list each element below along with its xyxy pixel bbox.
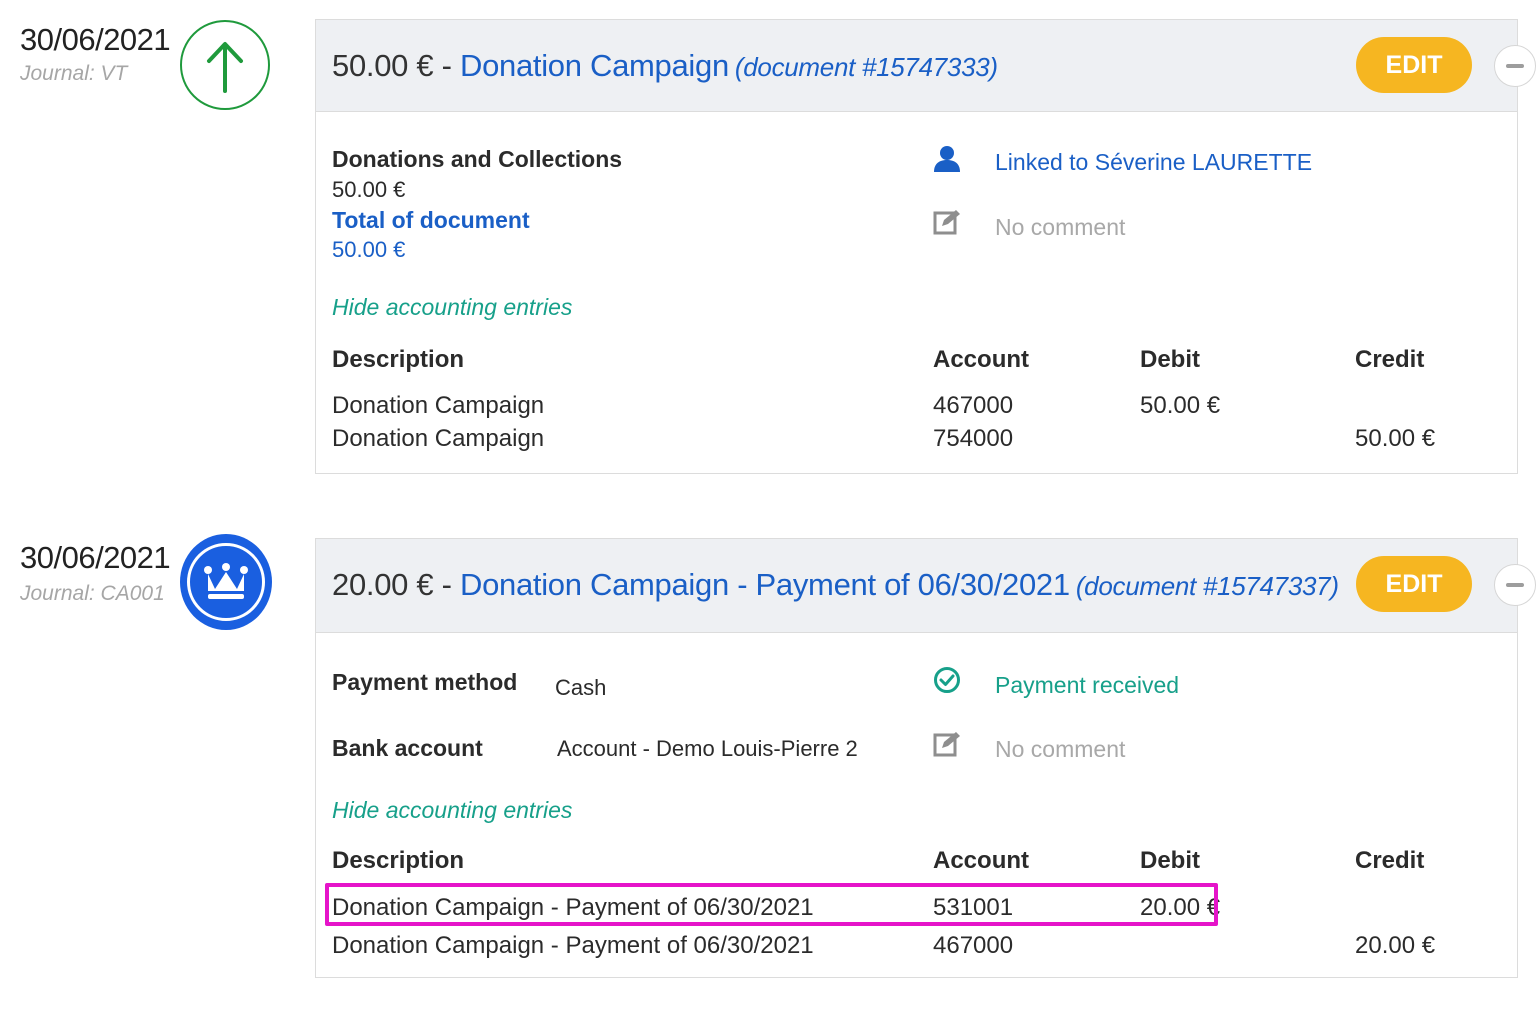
row-credit: 20.00 €: [1355, 932, 1436, 959]
toggle-accounting-entries[interactable]: Hide accounting entries: [332, 294, 572, 321]
comment-text: No comment: [995, 736, 1126, 762]
edit-button[interactable]: EDIT: [1356, 556, 1472, 612]
bank-account-value: Account - Demo Louis-Pierre 2: [557, 736, 858, 761]
row-credit: 50.00 €: [1355, 425, 1436, 452]
campaign-link[interactable]: Donation Campaign - Payment of 06/30/202…: [460, 567, 1070, 602]
row-description: Donation Campaign: [332, 425, 545, 452]
entry-date: 30/06/2021: [20, 540, 171, 575]
arrow-up-icon: [180, 20, 270, 110]
collapse-button[interactable]: [1494, 564, 1536, 606]
entry-journal: Journal: VT: [20, 62, 128, 85]
row-account: 754000: [933, 425, 1014, 452]
card-header: 50.00 € - Donation Campaign (document #15…: [316, 20, 1517, 112]
crown-icon: [180, 534, 272, 630]
column-header-credit: Credit: [1355, 346, 1425, 373]
column-header-debit: Debit: [1140, 847, 1200, 874]
column-header-account: Account: [933, 847, 1029, 874]
card-header: 20.00 € - Donation Campaign - Payment of…: [316, 539, 1517, 633]
document-card: 20.00 € - Donation Campaign - Payment of…: [315, 538, 1518, 978]
category-label: Donations and Collections: [332, 146, 623, 172]
document-reference[interactable]: (document #15747333): [735, 52, 998, 82]
payment-method-label: Payment method: [332, 669, 518, 695]
entry-journal: Journal: CA001: [20, 582, 165, 605]
row-debit: 50.00 €: [1140, 392, 1221, 419]
journal-entry: 30/06/2021 Journal: CA001 20.00 € - Dona…: [0, 520, 1536, 1000]
total-label: Total of document: [332, 207, 530, 233]
toggle-accounting-entries[interactable]: Hide accounting entries: [332, 797, 572, 824]
column-header-description: Description: [332, 847, 465, 874]
highlighted-row-outline: [325, 883, 1218, 926]
column-header-credit: Credit: [1355, 847, 1425, 874]
minus-icon: [1506, 583, 1524, 587]
total-amount: 50.00 €: [332, 237, 406, 262]
user-icon: [932, 144, 962, 179]
comment-text: No comment: [995, 214, 1126, 240]
card-title: 50.00 € - Donation Campaign (document #15…: [332, 48, 998, 84]
card-title: 20.00 € - Donation Campaign - Payment of…: [332, 567, 1339, 603]
row-description: Donation Campaign: [332, 392, 545, 419]
minus-icon: [1506, 64, 1524, 68]
campaign-link[interactable]: Donation Campaign: [460, 48, 729, 83]
document-amount: 50.00 € -: [332, 48, 460, 83]
category-amount: 50.00 €: [332, 177, 406, 202]
check-circle-icon: [933, 666, 961, 699]
linked-contact-link[interactable]: Linked to Séverine LAURETTE: [995, 149, 1312, 176]
column-header-description: Description: [332, 346, 465, 373]
document-amount: 20.00 € -: [332, 567, 460, 602]
payment-method-value: Cash: [555, 675, 607, 700]
column-header-debit: Debit: [1140, 346, 1200, 373]
document-reference[interactable]: (document #15747337): [1076, 571, 1339, 601]
bank-account-label: Bank account: [332, 735, 483, 761]
row-account: 467000: [933, 392, 1014, 419]
journal-entry: 30/06/2021 Journal: VT 50.00 € - Donatio…: [0, 0, 1536, 490]
payment-status: Payment received: [995, 672, 1180, 698]
entry-date: 30/06/2021: [20, 22, 171, 57]
row-description: Donation Campaign - Payment of 06/30/202…: [332, 932, 814, 959]
row-account: 467000: [933, 932, 1014, 959]
edit-note-icon: [932, 207, 962, 242]
edit-button[interactable]: EDIT: [1356, 37, 1472, 93]
edit-note-icon: [932, 729, 962, 764]
document-card: 50.00 € - Donation Campaign (document #15…: [315, 19, 1518, 474]
collapse-button[interactable]: [1494, 45, 1536, 87]
column-header-account: Account: [933, 346, 1029, 373]
